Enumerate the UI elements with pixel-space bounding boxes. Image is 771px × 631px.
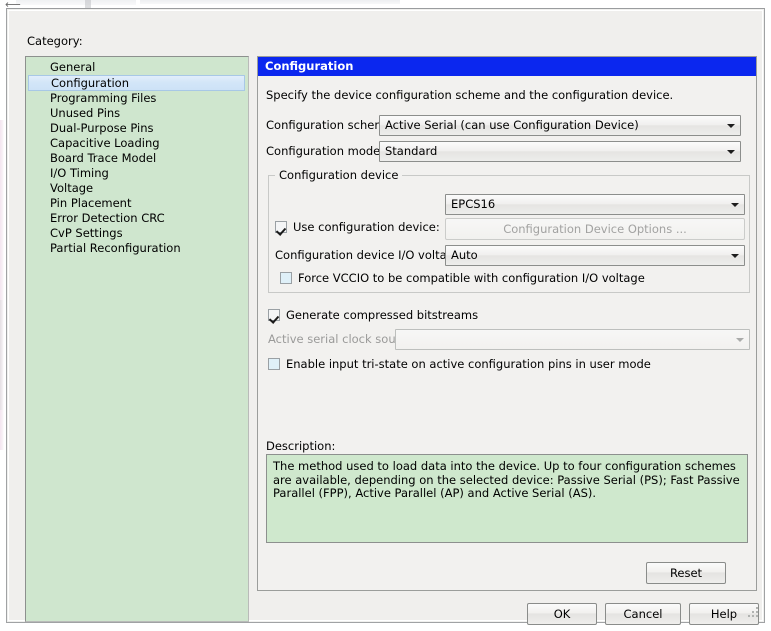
configuration-device-group-legend: Configuration device — [275, 168, 403, 182]
use-configuration-device-label: Use configuration device: — [293, 220, 440, 234]
sidebar-item-error-detection-crc[interactable]: Error Detection CRC — [26, 211, 248, 226]
cancel-button[interactable]: Cancel — [605, 603, 681, 625]
window-chrome-remnant: ⟵ — [0, 0, 771, 10]
sidebar-item-voltage[interactable]: Voltage — [26, 181, 248, 196]
configuration-device-io-voltage-label: Configuration device I/O voltage: — [275, 248, 465, 262]
configuration-device-select[interactable]: EPCS16 — [445, 194, 745, 215]
configuration-device-io-voltage-value: Auto — [451, 248, 478, 262]
chrome-ghost-right — [140, 0, 400, 4]
description-label: Description: — [266, 439, 336, 453]
text-caret-icon — [85, 0, 91, 8]
configuration-device-options-button[interactable]: Configuration Device Options ... — [445, 218, 745, 240]
dialog-inner-frame: Category: General Configuration Programm… — [8, 10, 763, 625]
chevron-down-icon[interactable] — [722, 142, 740, 161]
use-configuration-device-checkbox[interactable] — [275, 221, 287, 233]
configuration-mode-select[interactable]: Standard — [379, 141, 741, 162]
configuration-device-value: EPCS16 — [451, 197, 496, 211]
resize-grip[interactable] — [745, 604, 758, 617]
chevron-down-icon[interactable] — [731, 330, 749, 349]
generate-compressed-bitstreams-label: Generate compressed bitstreams — [286, 308, 479, 322]
sidebar-item-capacitive-loading[interactable]: Capacitive Loading — [26, 136, 248, 151]
configuration-scheme-label: Configuration scheme: — [266, 118, 397, 132]
force-vccio-label: Force VCCIO to be compatible with config… — [298, 271, 645, 285]
reset-button[interactable]: Reset — [646, 562, 726, 584]
device-settings-dialog: Category: General Configuration Programm… — [6, 8, 765, 625]
configuration-mode-value: Standard — [385, 144, 438, 158]
chrome-ghost-left — [16, 0, 136, 5]
chevron-down-icon[interactable] — [726, 246, 744, 265]
configuration-device-group: Configuration device EPCS16 Use configur… — [268, 168, 750, 293]
sidebar-item-cvp-settings[interactable]: CvP Settings — [26, 226, 248, 241]
ok-button[interactable]: OK — [527, 603, 597, 625]
category-label: Category: — [27, 34, 83, 48]
sidebar-item-pin-placement[interactable]: Pin Placement — [26, 196, 248, 211]
sidebar-item-general[interactable]: General — [26, 60, 248, 75]
generate-compressed-bitstreams-checkbox[interactable] — [268, 309, 280, 321]
enable-input-tristate-checkbox[interactable] — [268, 358, 280, 370]
sidebar-item-board-trace-model[interactable]: Board Trace Model — [26, 151, 248, 166]
active-serial-clock-source-select[interactable] — [395, 329, 750, 350]
left-edge-bleed-secondary — [0, 300, 3, 410]
configuration-panel: Configuration Specify the device configu… — [257, 56, 757, 591]
category-list[interactable]: General Configuration Programming Files … — [25, 56, 249, 622]
panel-title: Configuration — [258, 57, 756, 76]
configuration-device-io-voltage-select[interactable]: Auto — [445, 245, 745, 266]
force-vccio-checkbox[interactable] — [280, 272, 292, 284]
chevron-down-icon[interactable] — [726, 195, 744, 214]
panel-subtitle: Specify the device configuration scheme … — [266, 88, 674, 102]
category-list-items: General Configuration Programming Files … — [26, 60, 248, 256]
chevron-down-icon[interactable] — [722, 116, 740, 135]
sidebar-item-configuration[interactable]: Configuration — [28, 75, 245, 91]
sidebar-item-unused-pins[interactable]: Unused Pins — [26, 106, 248, 121]
sidebar-item-dual-purpose-pins[interactable]: Dual-Purpose Pins — [26, 121, 248, 136]
sidebar-item-programming-files[interactable]: Programming Files — [26, 91, 248, 106]
configuration-mode-label: Configuration mode: — [266, 144, 385, 158]
configuration-scheme-value: Active Serial (can use Configuration Dev… — [385, 118, 639, 132]
enable-input-tristate-label: Enable input tri-state on active configu… — [286, 357, 651, 371]
sidebar-item-partial-reconfiguration[interactable]: Partial Reconfiguration — [26, 241, 248, 256]
description-text: The method used to load data into the de… — [266, 454, 748, 543]
sidebar-item-io-timing[interactable]: I/O Timing — [26, 166, 248, 181]
configuration-scheme-select[interactable]: Active Serial (can use Configuration Dev… — [379, 115, 741, 136]
